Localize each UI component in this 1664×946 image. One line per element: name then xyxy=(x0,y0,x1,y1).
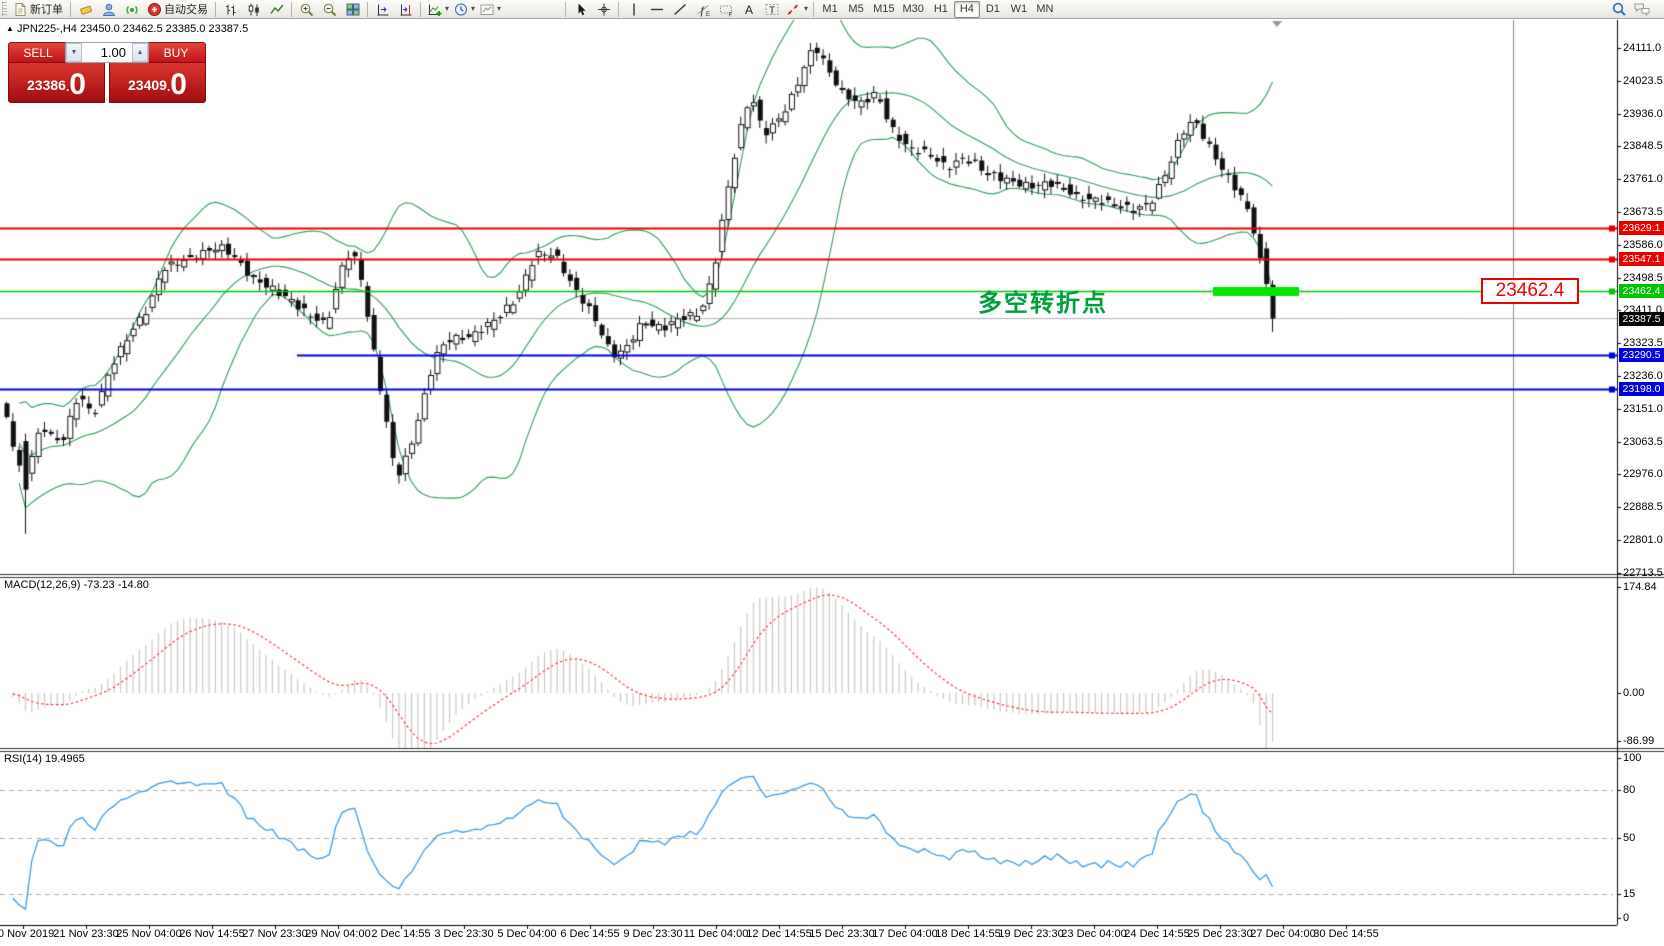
macd-indicator-label: MACD(12,26,9) -73.23 -14.80 xyxy=(4,579,149,591)
chart-canvas[interactable] xyxy=(0,0,1664,946)
high-value: 23462.5 xyxy=(123,23,163,35)
volume-increase-button[interactable]: ▲ xyxy=(132,43,148,62)
sell-price-big: 0 xyxy=(69,70,86,100)
low-value: 23385.0 xyxy=(166,23,206,35)
buy-button[interactable]: BUY xyxy=(146,42,206,63)
volume-value[interactable]: 1.00 xyxy=(82,43,132,62)
sell-price-base: 23386 xyxy=(27,70,66,100)
close-value: 23387.5 xyxy=(208,23,248,35)
rsi-indicator-label: RSI(14) 19.4965 xyxy=(4,753,85,765)
collapse-icon[interactable]: ▲ xyxy=(6,24,14,33)
buy-price-big: 0 xyxy=(170,70,187,100)
sell-button[interactable]: SELL xyxy=(8,42,68,63)
buy-price-panel[interactable]: 23409.0 xyxy=(109,62,206,103)
one-click-trading-widget: SELL BUY ▼ 1.00 ▲ 23386.0 23409.0 xyxy=(8,42,206,103)
symbol-period-label: JPN225-,H4 xyxy=(17,23,77,35)
volume-stepper[interactable]: ▼ 1.00 ▲ xyxy=(65,42,149,63)
price-callout-label: 23462.4 xyxy=(1481,278,1579,304)
volume-decrease-button[interactable]: ▼ xyxy=(66,43,82,62)
chart-annotation-text: 多空转折点 xyxy=(978,283,1108,318)
mt4-window: 新订单 自动交易 ▾ ▾ ▾ ƒE F A T ▾ xyxy=(0,0,1664,946)
ohlc-header: ▲ JPN225-,H4 23450.0 23462.5 23385.0 233… xyxy=(6,23,248,35)
sell-price-panel[interactable]: 23386.0 xyxy=(8,62,105,103)
buy-price-base: 23409 xyxy=(128,70,167,100)
open-value: 23450.0 xyxy=(80,23,120,35)
